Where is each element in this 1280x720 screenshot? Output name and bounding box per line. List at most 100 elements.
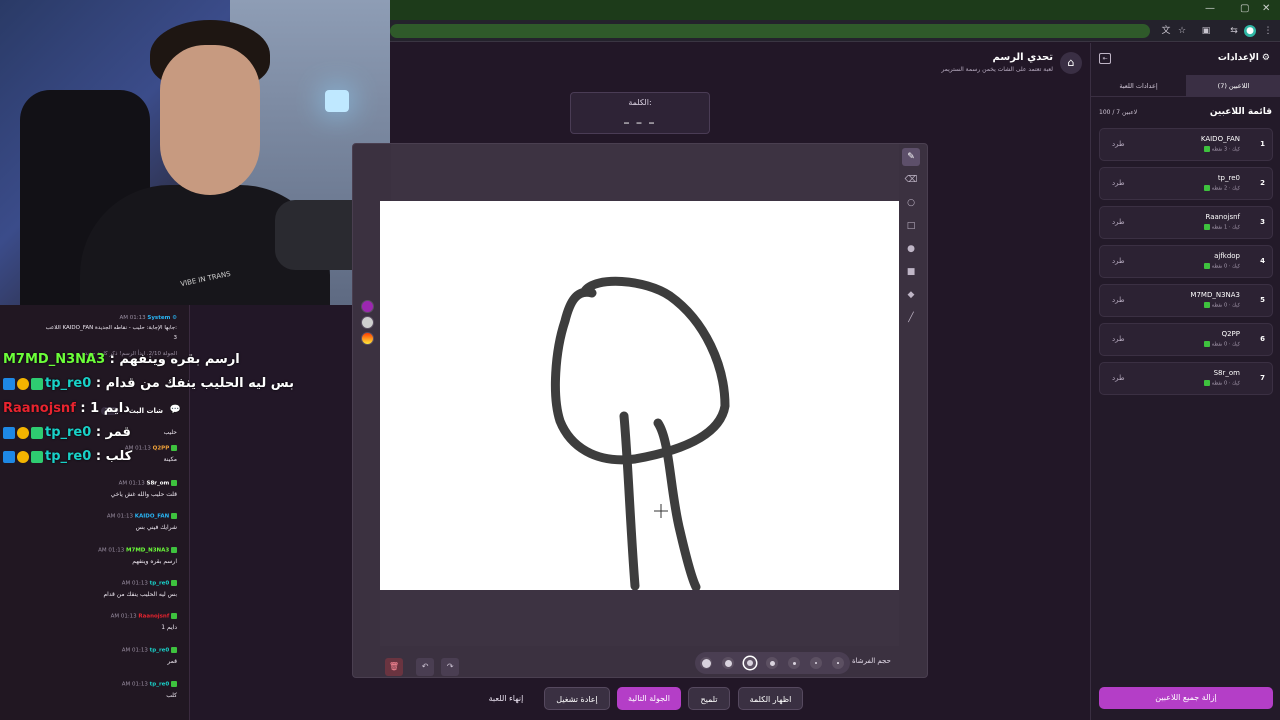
maximize-button[interactable]: ▢ — [1240, 3, 1249, 14]
brush-size-option[interactable] — [832, 657, 844, 669]
profile-icon[interactable]: ● — [1244, 25, 1256, 37]
chat-message: AM 01:13 Raanojsnf دايم 1 — [110, 613, 177, 631]
reveal-word-button[interactable]: اظهار الكلمة — [738, 687, 803, 710]
brush-size-option[interactable] — [700, 657, 712, 669]
kick-player-button[interactable]: طرد — [1112, 257, 1125, 265]
player-score: كيك · 3 نقطة — [1204, 146, 1240, 153]
kick-player-button[interactable]: طرد — [1112, 335, 1125, 343]
word-box: الكلمة: _ _ _ — [570, 92, 710, 134]
drawing-canvas[interactable] — [380, 201, 899, 590]
menu-icon[interactable]: ⋮ — [1262, 25, 1274, 37]
player-name: M7MD_N3NA3 — [1190, 291, 1240, 299]
chat-message: AM 01:13 KAIDO_FAN شرايك فيني بس — [106, 513, 177, 531]
player-card: 7 S8r_om كيك · 0 نقطة طرد — [1099, 362, 1273, 395]
star-icon[interactable]: ☆ — [1176, 25, 1188, 37]
close-window-button[interactable]: ✕ — [1262, 3, 1270, 14]
brush-size-option[interactable] — [810, 657, 822, 669]
overlay-chat-line: Raanojsnf : دايم 1 — [3, 401, 130, 416]
tool-column: ✎ ⌫ ○ □ ● ■ ◆ ╱ — [902, 148, 922, 332]
player-score: كيك · 0 نقطة — [1204, 341, 1240, 348]
player-rank: 6 — [1260, 335, 1265, 343]
minimize-button[interactable]: — — [1205, 3, 1215, 14]
kick-icon — [1204, 146, 1211, 152]
kick-icon — [171, 547, 177, 553]
remove-all-players-button[interactable]: إزالة جميع اللاعبين — [1099, 687, 1273, 709]
badge-icon — [17, 450, 29, 463]
kick-icon — [171, 647, 177, 653]
kick-player-button[interactable]: طرد — [1112, 374, 1125, 382]
filled-circle-icon[interactable]: ● — [902, 240, 920, 258]
filled-square-icon[interactable]: ■ — [902, 263, 920, 281]
chat-message: AM 01:13 Q2PP مكينة — [124, 445, 177, 463]
brush-size-option[interactable] — [788, 657, 800, 669]
brush-size-option[interactable] — [722, 657, 734, 669]
undo-icon[interactable]: ↶ — [416, 658, 435, 676]
brush-size-option[interactable] — [744, 657, 756, 669]
game-subtitle: لعبة تعتمد على الشات يخمن رسمة الستريمر — [941, 66, 1053, 73]
player-rank: 4 — [1260, 257, 1265, 265]
home-button[interactable]: ⌂ — [1060, 52, 1082, 74]
hint-button[interactable]: تلميح — [688, 687, 730, 710]
color-swatch-purple[interactable] — [361, 300, 374, 313]
brush-size-label: حجم الفرشاة — [852, 657, 891, 665]
player-score: كيك · 2 نقطة — [1204, 185, 1240, 192]
kick-icon — [1204, 185, 1211, 191]
fill-icon[interactable]: ◆ — [902, 286, 920, 304]
kick-player-button[interactable]: طرد — [1112, 218, 1125, 226]
address-bar[interactable] — [390, 24, 1150, 38]
square-icon[interactable]: □ — [902, 217, 920, 235]
kick-icon — [1204, 302, 1211, 308]
kick-player-button[interactable]: طرد — [1112, 296, 1125, 304]
game-title: تحدي الرسم — [992, 52, 1053, 63]
badge-icon — [3, 377, 15, 390]
player-score: كيك · 0 نقطة — [1204, 302, 1240, 309]
stage-bottom-band — [380, 590, 899, 646]
overlay-chat-line: tp_re0 : كلب — [3, 449, 132, 464]
drawing-strokes — [550, 276, 730, 590]
player-score: كيك · 0 نقطة — [1204, 380, 1240, 387]
player-card: 1 KAIDO_FAN كيك · 3 نقطة طرد — [1099, 128, 1273, 161]
kick-icon — [171, 580, 177, 586]
badge-icon — [17, 377, 29, 390]
color-swatch-gray[interactable] — [361, 316, 374, 329]
circle-icon[interactable]: ○ — [902, 194, 920, 212]
redo-icon[interactable]: ↷ — [441, 658, 460, 676]
line-icon[interactable]: ╱ — [902, 309, 920, 327]
trash-icon[interactable]: 🗑 — [385, 658, 403, 676]
player-name: tp_re0 — [1217, 174, 1240, 182]
translate-icon[interactable]: 文 — [1160, 25, 1172, 37]
players-list-title: قائمة اللاعبين — [1209, 107, 1272, 117]
players-count: 100 / 7 لاعبين — [1099, 109, 1138, 116]
player-card: 4 ajfkdop كيك · 0 نقطة طرد — [1099, 245, 1273, 278]
pencil-icon[interactable]: ✎ — [902, 148, 920, 166]
player-rank: 3 — [1260, 218, 1265, 226]
restart-button[interactable]: إعادة تشغيل — [544, 687, 610, 710]
player-card: 3 Raanojsnf كيك · 1 نقطة طرد — [1099, 206, 1273, 239]
badge-icon — [3, 450, 15, 463]
tab-game-settings[interactable]: إعدادات اللعبة — [1091, 75, 1186, 97]
brush-size-option[interactable] — [766, 657, 778, 669]
badge-icon — [31, 377, 43, 390]
collapse-sidebar-icon[interactable]: ⇤ — [1099, 53, 1111, 64]
end-game-button[interactable]: إنهاء اللعبة — [478, 687, 534, 710]
player-rank: 1 — [1260, 140, 1265, 148]
player-rank: 5 — [1260, 296, 1265, 304]
kick-icon — [1204, 224, 1211, 230]
extensions-icon[interactable]: ▣ — [1200, 25, 1212, 37]
kick-player-button[interactable]: طرد — [1112, 179, 1125, 187]
player-rank: 2 — [1260, 179, 1265, 187]
sidebar-title: الإعدادات ⚙ — [1217, 53, 1270, 63]
badge-icon — [31, 450, 43, 463]
sidebar-icon[interactable]: ⇆ — [1228, 25, 1240, 37]
player-name: Raanojsnf — [1205, 213, 1240, 221]
kick-icon — [171, 445, 177, 451]
kick-icon — [171, 513, 177, 519]
player-card: 5 M7MD_N3NA3 كيك · 0 نقطة طرد — [1099, 284, 1273, 317]
next-round-button[interactable]: الجولة التالية — [617, 687, 681, 710]
eraser-icon[interactable]: ⌫ — [902, 171, 920, 189]
kick-player-button[interactable]: طرد — [1112, 140, 1125, 148]
tab-players[interactable]: اللاعبين (7) — [1186, 75, 1280, 97]
kick-icon — [1204, 263, 1211, 269]
color-swatch-custom[interactable] — [361, 332, 374, 345]
badge-icon — [31, 426, 43, 439]
